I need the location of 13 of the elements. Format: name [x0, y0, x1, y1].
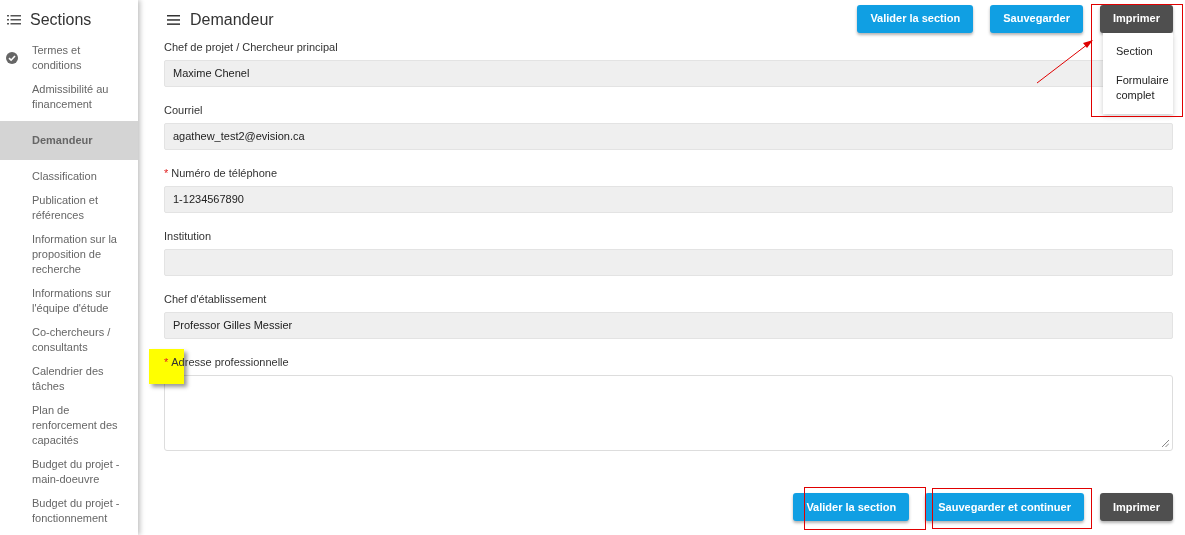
field-label: Chef d'établissement [164, 291, 267, 307]
sidebar-title: Sections [30, 10, 92, 30]
field-value: 1-1234567890 [173, 192, 244, 208]
field-value: agathew_test2@evision.ca [173, 129, 305, 145]
field-label: Institution [164, 228, 212, 244]
section-title: Demandeur [190, 10, 274, 30]
required-asterisk: * [164, 354, 169, 370]
field-value: Professor Gilles Messier [173, 318, 293, 334]
field-label: Courriel [164, 102, 203, 118]
field-label: Numéro de téléphone [171, 165, 278, 181]
required-asterisk: * [164, 165, 169, 181]
field-value: Maxime Chenel [173, 66, 250, 82]
field-label: Chef de projet / Chercheur principal [164, 39, 338, 55]
